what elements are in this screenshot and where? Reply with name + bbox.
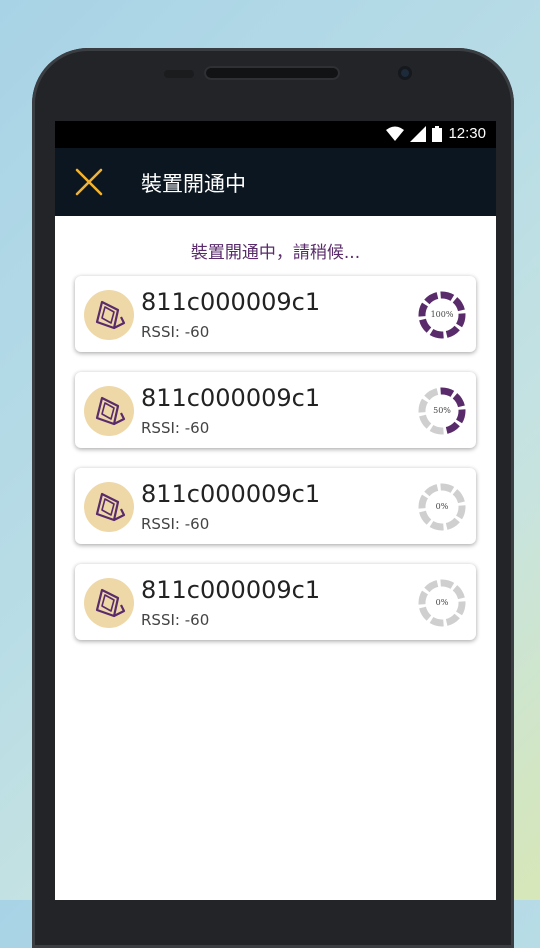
progress-label: 0% <box>435 598 449 607</box>
page-title: 裝置開通中 <box>141 172 246 196</box>
device-id: 811c000009c1 <box>141 576 321 604</box>
front-camera <box>398 66 412 80</box>
device-id: 811c000009c1 <box>141 480 321 508</box>
progress-label: 50% <box>433 406 451 415</box>
signal-icon <box>410 125 427 142</box>
rssi-label: RSSI: <box>141 419 180 437</box>
progress-ring: 100% <box>417 290 467 340</box>
device-card[interactable]: 811c000009c1 RSSI: -60 100% <box>75 276 476 352</box>
rssi-value: -60 <box>184 419 210 437</box>
progress-label: 100% <box>430 310 454 319</box>
screen: 12:30 裝置開通中 裝置開通中，請稍候... 811c000009c1 RS… <box>55 121 496 900</box>
sensor <box>164 70 194 78</box>
status-bar: 12:30 <box>55 121 496 148</box>
close-button[interactable] <box>73 166 105 198</box>
device-card[interactable]: 811c000009c1 RSSI: -60 50% <box>75 372 476 448</box>
device-card[interactable]: 811c000009c1 RSSI: -60 0% <box>75 564 476 640</box>
battery-icon <box>432 125 443 142</box>
speaker-grille <box>204 66 340 80</box>
progress-ring: 0% <box>417 482 467 532</box>
status-icons: 12:30 <box>386 125 486 142</box>
device-glyph <box>95 588 126 618</box>
device-card[interactable]: 811c000009c1 RSSI: -60 0% <box>75 468 476 544</box>
app-bar: 裝置開通中 <box>55 148 496 216</box>
status-message: 裝置開通中，請稍候... <box>190 243 361 263</box>
rssi-value: -60 <box>184 323 210 341</box>
device-icon <box>84 290 134 340</box>
rssi-label: RSSI: <box>141 611 180 629</box>
progress-label: 0% <box>435 502 449 511</box>
device-icon <box>84 578 134 628</box>
status-time: 12:30 <box>448 125 486 142</box>
rssi-label: RSSI: <box>141 515 180 533</box>
device-list: 811c000009c1 RSSI: -60 100% 811c000009c1… <box>55 276 496 640</box>
rssi-row: RSSI: -60 <box>141 323 209 341</box>
wifi-icon <box>386 126 405 141</box>
progress-ring: 0% <box>417 578 467 628</box>
device-id: 811c000009c1 <box>141 384 321 412</box>
rssi-label: RSSI: <box>141 323 180 341</box>
progress-ring: 50% <box>417 386 467 436</box>
close-icon <box>75 168 103 196</box>
device-glyph <box>95 300 126 330</box>
rssi-row: RSSI: -60 <box>141 611 209 629</box>
device-glyph <box>95 492 126 522</box>
device-icon <box>84 482 134 532</box>
rssi-value: -60 <box>184 611 210 629</box>
rssi-row: RSSI: -60 <box>141 419 209 437</box>
device-icon <box>84 386 134 436</box>
rssi-value: -60 <box>184 515 210 533</box>
device-id: 811c000009c1 <box>141 288 321 316</box>
rssi-row: RSSI: -60 <box>141 515 209 533</box>
device-glyph <box>95 396 126 426</box>
